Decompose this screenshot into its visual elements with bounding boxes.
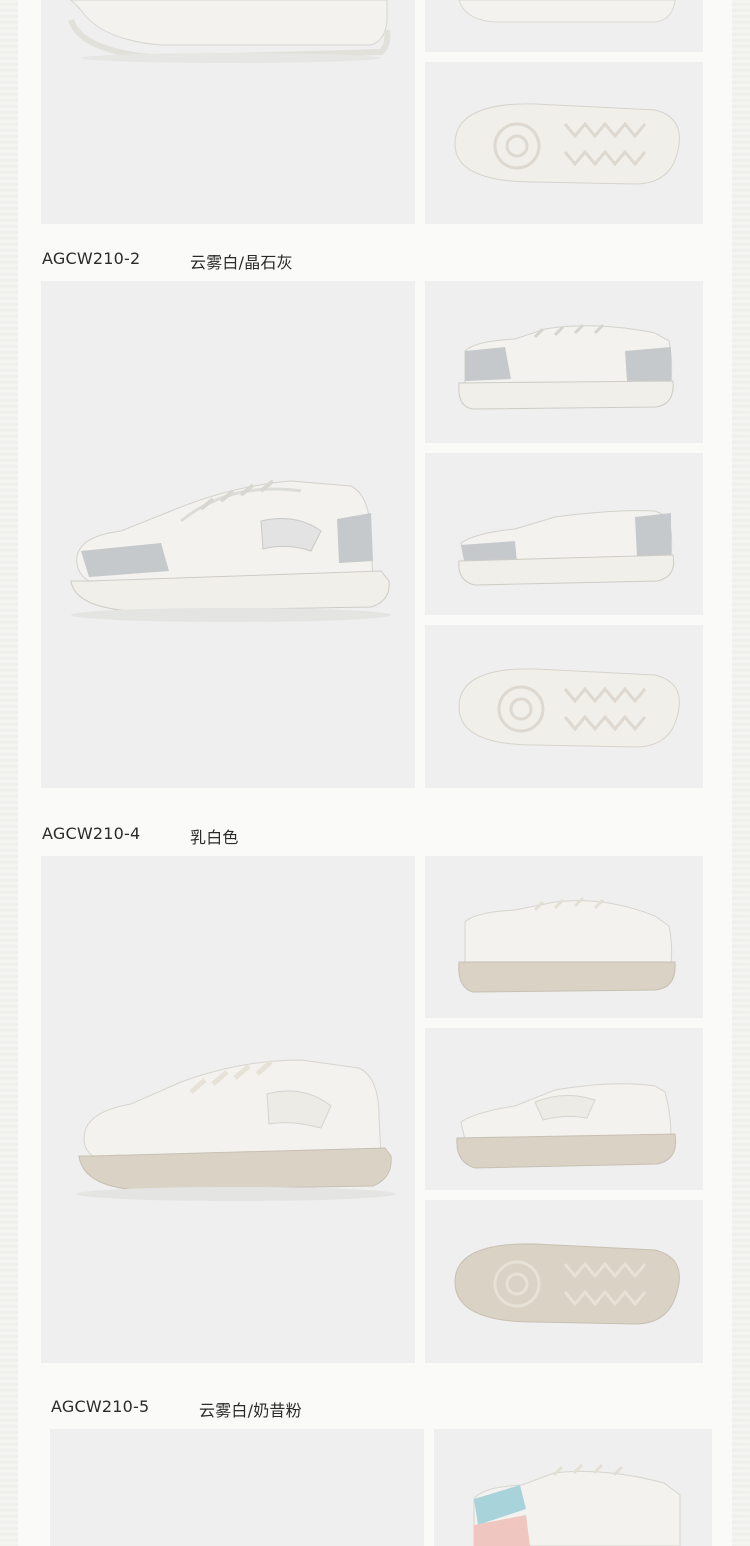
product-code: AGCW210-4 (42, 824, 141, 843)
sneaker-sole-image (458, 668, 680, 748)
product-label-2: AGCW210-4 乳白色 (42, 824, 342, 847)
product-image-thumb-prev-2[interactable] (425, 62, 703, 224)
product-image-thumb-1a[interactable] (425, 281, 703, 443)
sneaker-side-view-image (456, 1083, 677, 1169)
sneaker-sole-image (454, 103, 680, 185)
product-image-thumb-1c[interactable] (425, 625, 703, 788)
sneaker-angle-view-image (70, 479, 391, 622)
product-colorway: 云雾白/奶昔粉 (199, 1401, 302, 1420)
product-image-main-1[interactable] (41, 281, 415, 788)
product-image-thumb-1b[interactable] (425, 453, 703, 615)
product-image-thumb-3a[interactable] (434, 1429, 712, 1546)
sneaker-angle-view-image (76, 1059, 396, 1201)
sneaker-side-view-image (458, 323, 674, 410)
product-code: AGCW210-2 (42, 249, 141, 268)
sneaker-side-view-image (458, 896, 676, 993)
page-right-border (732, 0, 750, 1546)
sneaker-side-view-image (458, 510, 675, 586)
page-left-border (0, 0, 18, 1546)
product-label-1: AGCW210-2 云雾白/晶石灰 (42, 249, 342, 272)
product-image-thumb-prev-1[interactable] (425, 0, 703, 52)
product-image-thumb-2a[interactable] (425, 856, 703, 1018)
sneaker-side-view-image (458, 0, 676, 23)
sneaker-sole-image (454, 1243, 680, 1325)
product-image-thumb-2b[interactable] (425, 1028, 703, 1190)
product-image-main-3[interactable] (50, 1429, 424, 1546)
product-code: AGCW210-5 (51, 1397, 150, 1416)
product-image-main-prev[interactable] (41, 0, 415, 224)
product-image-main-2[interactable] (41, 856, 415, 1363)
sneaker-side-view-image (473, 1463, 681, 1546)
product-colorway: 乳白色 (190, 828, 239, 847)
product-colorway: 云雾白/晶石灰 (190, 253, 293, 272)
product-label-3: AGCW210-5 云雾白/奶昔粉 (51, 1397, 351, 1420)
product-image-thumb-2c[interactable] (425, 1200, 703, 1363)
sneaker-side-view-image (68, 0, 391, 63)
